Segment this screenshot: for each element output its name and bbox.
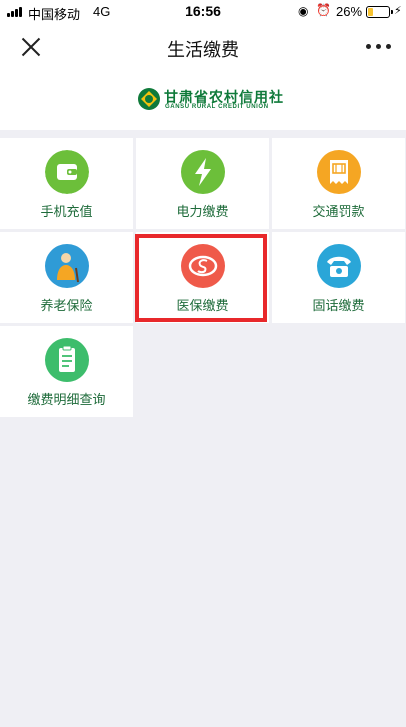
ticket-icon	[317, 150, 361, 194]
battery-percentage: 26%	[336, 4, 363, 19]
alarm-icon: ⏰	[316, 3, 331, 17]
charging-icon: ⚡	[394, 5, 402, 17]
battery-level-fill	[368, 8, 374, 16]
wallet-icon	[45, 150, 89, 194]
service-label: 手机充值	[40, 204, 93, 219]
more-options-icon[interactable]	[364, 38, 394, 54]
service-label: 固话缴费	[312, 298, 365, 313]
service-traffic-fine[interactable]: 交通罚款	[272, 138, 405, 229]
service-mobile-recharge[interactable]: 手机充值	[0, 138, 133, 229]
brand-header: 甘肃省农村信用社 GANSU RURAL CREDIT UNION	[0, 70, 406, 130]
battery-icon	[366, 6, 393, 18]
service-label: 交通罚款	[312, 204, 365, 219]
document-list-icon	[45, 338, 89, 382]
service-electricity-payment[interactable]: 电力缴费	[136, 138, 269, 229]
selection-highlight	[135, 234, 267, 322]
service-pension-insurance[interactable]: 养老保险	[0, 232, 133, 323]
service-label: 养老保险	[40, 298, 93, 313]
status-bar: 中国移动 4G 16:56 ◉ ⏰ 26% ⚡	[0, 0, 406, 24]
telephone-icon	[317, 244, 361, 288]
service-label: 缴费明细查询	[27, 392, 106, 407]
navigation-bar: 生活缴费	[0, 24, 406, 70]
orientation-lock-icon: ◉	[298, 4, 309, 18]
service-label: 电力缴费	[176, 204, 229, 219]
bank-logo-icon	[138, 88, 160, 110]
page-title: 生活缴费	[167, 40, 239, 60]
elderly-person-icon	[45, 244, 89, 288]
service-payment-history[interactable]: 缴费明细查询	[0, 326, 133, 417]
lightning-icon	[181, 150, 225, 194]
service-landline-payment[interactable]: 固话缴费	[272, 232, 405, 323]
bank-name-english: GANSU RURAL CREDIT UNION	[165, 104, 269, 110]
